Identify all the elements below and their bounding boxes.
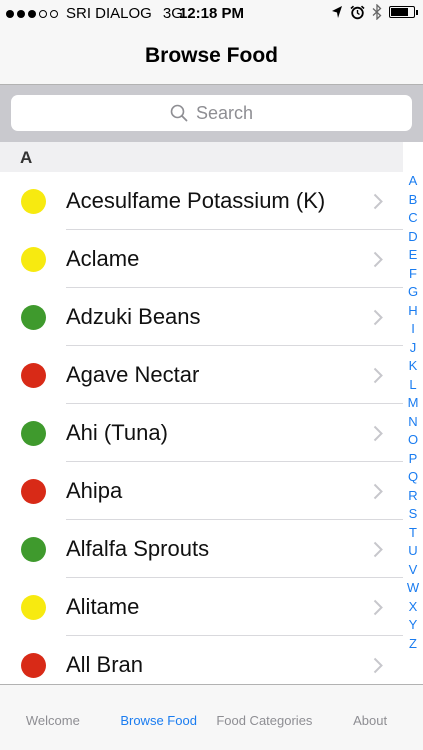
rating-indicator: [21, 653, 46, 678]
food-name: Acesulfame Potassium (K): [66, 188, 326, 213]
list-item[interactable]: Aclame: [0, 230, 403, 288]
chevron-right-icon: [373, 657, 383, 674]
status-bar: SRI DIALOG 3G 12:18 PM: [0, 0, 423, 28]
index-letter[interactable]: P: [409, 450, 418, 469]
navigation-bar: Browse Food: [0, 28, 423, 85]
chevron-right-icon: [373, 599, 383, 616]
index-letter[interactable]: E: [409, 246, 418, 265]
tab-bar: Welcome Browse Food Food Categories About: [0, 684, 423, 750]
rating-indicator: [21, 421, 46, 446]
food-name: Aclame: [66, 246, 140, 271]
index-letter[interactable]: Q: [408, 468, 418, 487]
search-icon: [170, 104, 188, 122]
search-bar: Search: [0, 85, 423, 142]
tab-welcome[interactable]: Welcome: [0, 685, 106, 750]
section-index[interactable]: ABCDEFGHIJKLMNOPQRSTUVWXYZ: [403, 172, 423, 653]
list-item[interactable]: Acesulfame Potassium (K): [0, 172, 403, 230]
carrier-name: SRI DIALOG: [66, 5, 152, 22]
food-name: All Bran: [66, 652, 144, 677]
search-input[interactable]: Search: [11, 95, 412, 131]
signal-dot-full: [6, 9, 14, 18]
chevron-right-icon: [373, 251, 383, 268]
chevron-right-icon: [373, 193, 383, 210]
index-letter[interactable]: C: [408, 209, 417, 228]
bluetooth-icon: [372, 4, 382, 20]
index-letter[interactable]: A: [409, 172, 418, 191]
index-letter[interactable]: U: [408, 542, 417, 561]
location-arrow-icon: [332, 6, 342, 18]
food-name: Agave Nectar: [66, 362, 200, 387]
rating-indicator: [21, 537, 46, 562]
index-letter[interactable]: Y: [409, 616, 418, 635]
list-item[interactable]: All Bran: [0, 636, 403, 684]
page-title: Browse Food: [144, 44, 278, 67]
index-letter[interactable]: M: [408, 394, 419, 413]
status-left: SRI DIALOG 3G: [6, 5, 183, 22]
rating-indicator: [21, 247, 46, 272]
index-letter[interactable]: G: [408, 283, 418, 302]
chevron-right-icon: [373, 541, 383, 558]
index-letter[interactable]: O: [408, 431, 418, 450]
food-name: Ahi (Tuna): [66, 420, 168, 445]
food-name: Adzuki Beans: [66, 304, 201, 329]
tab-food-categories[interactable]: Food Categories: [212, 685, 318, 750]
search-placeholder: Search: [195, 102, 254, 123]
index-letter[interactable]: I: [411, 320, 415, 339]
section-header: A: [0, 142, 403, 172]
food-name: Ahipa: [66, 478, 123, 503]
index-letter[interactable]: D: [408, 228, 417, 247]
tab-browse-food[interactable]: Browse Food: [106, 685, 212, 750]
section-title: A: [20, 148, 33, 167]
signal-dot-full: [17, 9, 25, 18]
chevron-right-icon: [373, 425, 383, 442]
index-letter[interactable]: S: [409, 505, 418, 524]
status-right: [331, 4, 418, 20]
list-item[interactable]: Ahi (Tuna): [0, 404, 403, 462]
list-item[interactable]: Alfalfa Sprouts: [0, 520, 403, 578]
index-letter[interactable]: W: [407, 579, 419, 598]
food-name: Alitame: [66, 594, 140, 619]
index-letter[interactable]: N: [408, 413, 417, 432]
index-letter[interactable]: T: [409, 524, 417, 543]
signal-dot-empty: [50, 9, 58, 18]
signal-strength-icon: [6, 9, 58, 18]
rating-indicator: [21, 595, 46, 620]
battery-level: [391, 8, 408, 16]
list-item[interactable]: Ahipa: [0, 462, 403, 520]
index-letter[interactable]: X: [409, 598, 418, 617]
index-letter[interactable]: F: [409, 265, 417, 284]
index-letter[interactable]: Z: [409, 635, 417, 654]
chevron-right-icon: [373, 309, 383, 326]
list-item[interactable]: Adzuki Beans: [0, 288, 403, 346]
alarm-icon: [350, 5, 365, 19]
index-letter[interactable]: K: [409, 357, 418, 376]
list-item[interactable]: Alitame: [0, 578, 403, 636]
signal-dot-full: [28, 9, 36, 18]
index-letter[interactable]: B: [409, 191, 418, 210]
index-letter[interactable]: H: [408, 302, 417, 321]
list-item[interactable]: Agave Nectar: [0, 346, 403, 404]
chevron-right-icon: [373, 367, 383, 384]
food-list: Acesulfame Potassium (K) Aclame Adzuki Bea…: [0, 172, 403, 684]
rating-indicator: [21, 363, 46, 388]
rating-indicator: [21, 305, 46, 330]
network-type: 3G: [162, 5, 183, 22]
rating-indicator: [21, 189, 46, 214]
chevron-right-icon: [373, 483, 383, 500]
index-letter[interactable]: L: [409, 376, 416, 395]
index-letter[interactable]: R: [408, 487, 417, 506]
index-letter[interactable]: V: [409, 561, 418, 580]
rating-indicator: [21, 479, 46, 504]
tab-about[interactable]: About: [317, 685, 423, 750]
signal-dot-empty: [39, 9, 47, 18]
food-name: Alfalfa Sprouts: [66, 536, 210, 561]
index-letter[interactable]: J: [410, 339, 417, 358]
battery-icon: [389, 6, 418, 18]
